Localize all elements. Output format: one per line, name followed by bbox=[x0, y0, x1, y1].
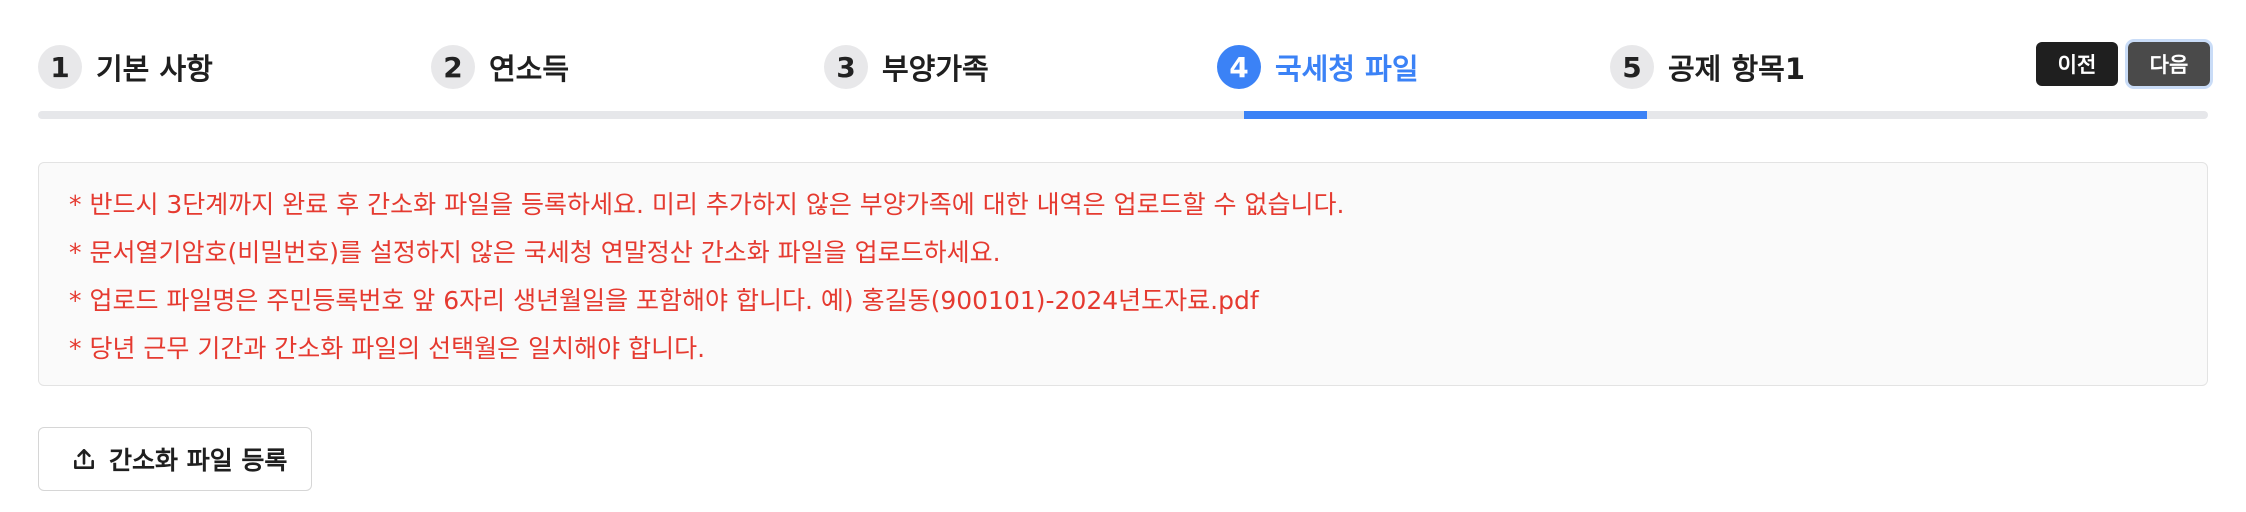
step-number: 3 bbox=[824, 45, 868, 89]
upload-button-label: 간소화 파일 등록 bbox=[109, 446, 288, 475]
year-end-settlement-page: 1 기본 사항 2 연소득 3 부양가족 4 국세청 파일 5 공제 항목1 이… bbox=[0, 0, 2246, 512]
step-dependents[interactable]: 3 부양가족 bbox=[824, 28, 1217, 106]
progress-active-indicator bbox=[1244, 111, 1647, 119]
notice-line: * 업로드 파일명은 주민등록번호 앞 6자리 생년월일을 포함해야 합니다. … bbox=[69, 286, 1259, 315]
progress-track bbox=[38, 111, 2208, 119]
step-number: 5 bbox=[1610, 45, 1654, 89]
notice-line: * 문서열기암호(비밀번호)를 설정하지 않은 국세청 연말정산 간소화 파일을… bbox=[69, 238, 1001, 267]
prev-button[interactable]: 이전 bbox=[2036, 42, 2118, 86]
step-label: 국세청 파일 bbox=[1275, 52, 1419, 86]
upload-simplified-file-button[interactable]: 간소화 파일 등록 bbox=[38, 427, 312, 491]
step-number: 1 bbox=[38, 45, 82, 89]
step-deductions-1[interactable]: 5 공제 항목1 bbox=[1610, 28, 2003, 106]
step-label: 부양가족 bbox=[882, 52, 989, 86]
notice-line: * 당년 근무 기간과 간소화 파일의 선택월은 일치해야 합니다. bbox=[69, 334, 706, 363]
step-nts-file[interactable]: 4 국세청 파일 bbox=[1217, 28, 1610, 106]
upload-notice-box: * 반드시 3단계까지 완료 후 간소화 파일을 등록하세요. 미리 추가하지 … bbox=[38, 162, 2208, 386]
step-label: 연소득 bbox=[489, 52, 570, 86]
step-basic-info[interactable]: 1 기본 사항 bbox=[38, 28, 431, 106]
step-annual-income[interactable]: 2 연소득 bbox=[431, 28, 824, 106]
stepper: 1 기본 사항 2 연소득 3 부양가족 4 국세청 파일 5 공제 항목1 bbox=[38, 28, 2208, 120]
upload-icon bbox=[74, 449, 94, 469]
step-list: 1 기본 사항 2 연소득 3 부양가족 4 국세청 파일 5 공제 항목1 bbox=[38, 28, 2003, 106]
step-number: 4 bbox=[1217, 45, 1261, 89]
next-button[interactable]: 다음 bbox=[2128, 42, 2210, 86]
notice-line: * 반드시 3단계까지 완료 후 간소화 파일을 등록하세요. 미리 추가하지 … bbox=[69, 190, 1345, 219]
step-label: 기본 사항 bbox=[96, 52, 213, 86]
step-navigation: 이전 다음 bbox=[2036, 42, 2210, 86]
step-number: 2 bbox=[431, 45, 475, 89]
step-label: 공제 항목1 bbox=[1668, 52, 1805, 86]
